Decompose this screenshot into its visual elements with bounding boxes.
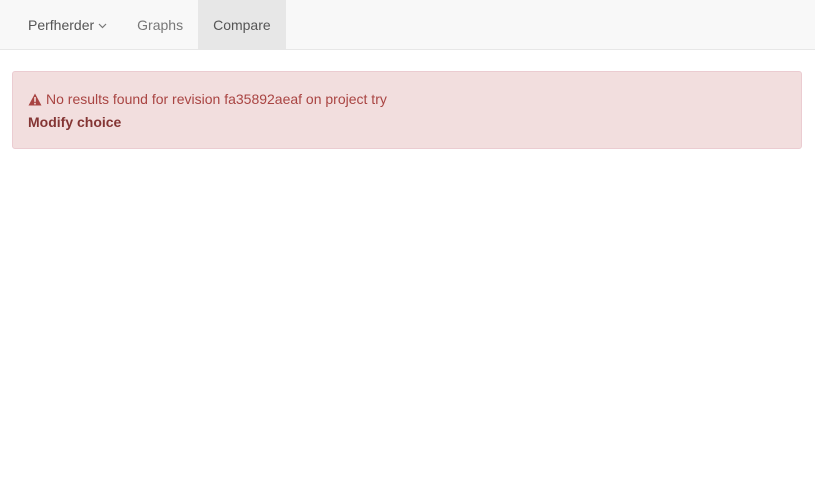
nav-tab-compare-label: Compare [213,17,271,33]
nav-tab-graphs[interactable]: Graphs [122,0,198,50]
nav-tab-graphs-label: Graphs [137,17,184,33]
warning-icon [28,93,42,105]
brand-label: Perfherder [28,17,95,33]
modify-choice-link[interactable]: Modify choice [28,114,121,130]
chevron-down-icon [98,23,107,28]
alert-message: No results found for revision fa35892aea… [46,91,387,107]
nav-tab-compare[interactable]: Compare [198,0,286,50]
alert-message-row: No results found for revision fa35892aea… [28,89,786,109]
perfherder-menu-dropdown[interactable]: Perfherder [0,0,122,50]
error-alert: No results found for revision fa35892aea… [12,71,802,149]
top-navbar: Perfherder Graphs Compare [0,0,815,50]
